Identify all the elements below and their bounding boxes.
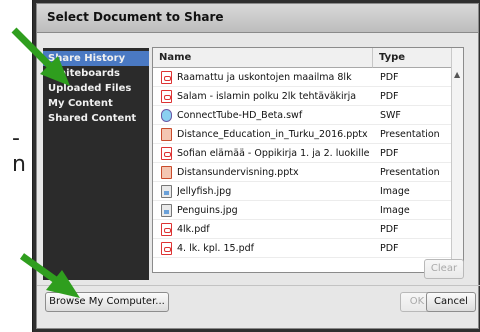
annotation-arrow-top	[11, 27, 70, 86]
annotation-arrow-bottom	[19, 253, 80, 298]
annotation-arrows	[11, 27, 80, 298]
